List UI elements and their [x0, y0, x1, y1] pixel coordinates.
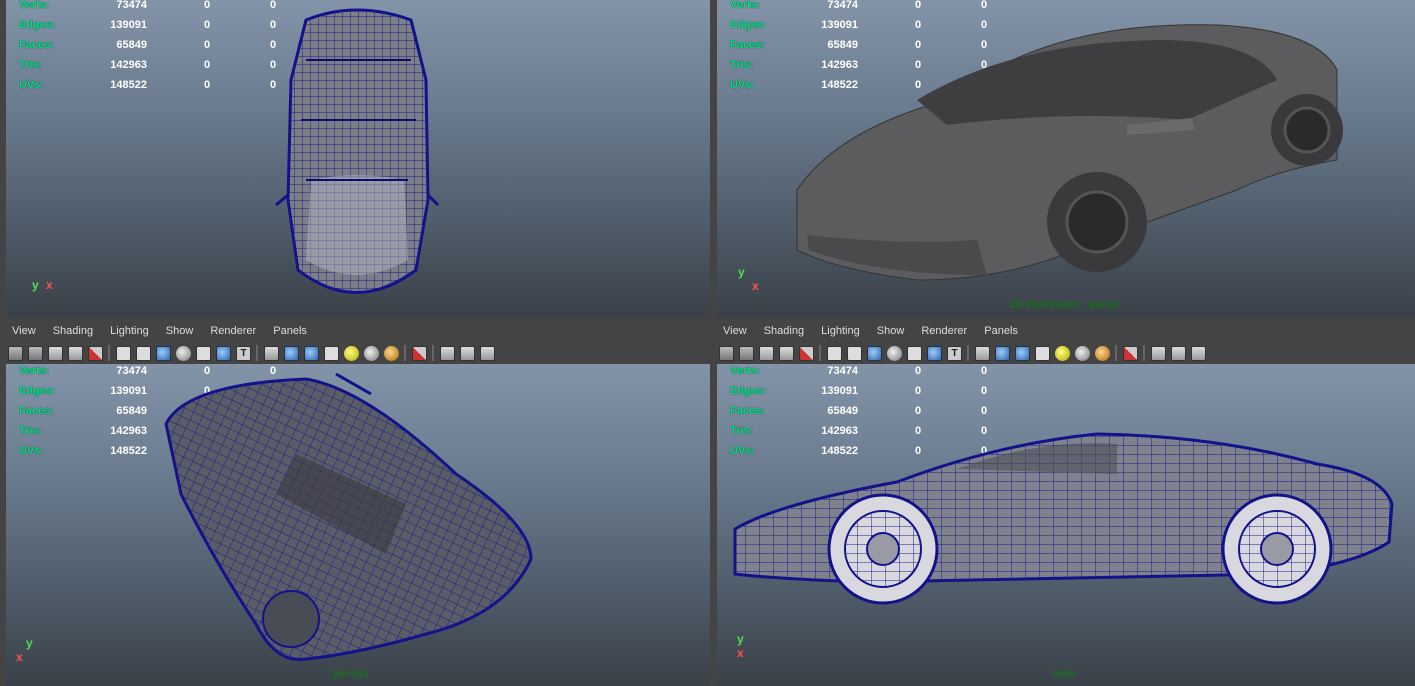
menu-show[interactable]: Show: [166, 325, 194, 337]
panel-menu: View Shading Lighting Show Renderer Pane…: [723, 320, 1032, 342]
wireframe-icon[interactable]: [827, 345, 842, 361]
smooth-shade-icon[interactable]: [867, 345, 882, 361]
car-wireframe-side[interactable]: [717, 364, 1415, 686]
bookmark-icon[interactable]: [48, 345, 63, 361]
light-icon[interactable]: [1055, 345, 1070, 361]
share-icon[interactable]: [480, 345, 495, 361]
sphere-icon[interactable]: [364, 345, 379, 361]
car-wireframe-top[interactable]: [6, 0, 710, 318]
menu-view[interactable]: View: [12, 325, 36, 337]
frame-icon[interactable]: [1171, 345, 1186, 361]
ambient-icon[interactable]: [384, 345, 399, 361]
wire-cube-icon[interactable]: [304, 345, 319, 361]
isolate-icon[interactable]: [799, 345, 814, 361]
menu-show[interactable]: Show: [877, 325, 905, 337]
axis-gizmo: y x: [723, 632, 757, 662]
camera-attr-icon[interactable]: [739, 345, 754, 361]
smooth-shade-icon[interactable]: [156, 345, 171, 361]
viewport-persp1[interactable]: Verts:7347400 Edges:13909100 Faces:65849…: [6, 364, 710, 686]
sphere-icon[interactable]: [1075, 345, 1090, 361]
flat-shade-icon[interactable]: [176, 345, 191, 361]
axis-x-label: x: [16, 650, 23, 664]
viewport-persp[interactable]: Verts: 73474 0 0 Edges: 139091 0 0 Faces: 65849…: [717, 0, 1415, 318]
wireframe-icon[interactable]: [116, 345, 131, 361]
isolate-icon[interactable]: [88, 345, 103, 361]
toolbar-separator: [1143, 345, 1145, 361]
menu-panels[interactable]: Panels: [273, 325, 307, 337]
grid-icon[interactable]: [136, 345, 151, 361]
axis-gizmo: y x: [24, 278, 58, 308]
shaded-cube-icon[interactable]: [284, 345, 299, 361]
toolbar-separator: [819, 345, 821, 361]
viewport-side[interactable]: Verts: 73474 0 0 Edges: 139091 0 0 Faces: 65849…: [717, 364, 1415, 686]
checker-icon[interactable]: [1035, 345, 1050, 361]
camera-attr-icon[interactable]: [28, 345, 43, 361]
toolbar-separator: [967, 345, 969, 361]
shaded-cube-icon[interactable]: [995, 345, 1010, 361]
resolution-icon[interactable]: [1151, 345, 1166, 361]
axis-y-label: y: [738, 265, 745, 279]
wire-cube-icon[interactable]: [1015, 345, 1030, 361]
textured-icon[interactable]: [216, 345, 231, 361]
toolbar-separator: [256, 345, 258, 361]
flat-shade-icon[interactable]: [887, 345, 902, 361]
ambient-icon[interactable]: [1095, 345, 1110, 361]
share-icon[interactable]: [1191, 345, 1206, 361]
cube-icon[interactable]: [975, 345, 990, 361]
bookmark-icon[interactable]: [759, 345, 774, 361]
cube-icon[interactable]: [264, 345, 279, 361]
checker-icon[interactable]: [324, 345, 339, 361]
toolbar-separator: [1115, 345, 1117, 361]
menu-view[interactable]: View: [723, 325, 747, 337]
axis-y-label: y: [32, 278, 39, 292]
xray-icon[interactable]: [196, 345, 211, 361]
toolbar-separator: [108, 345, 110, 361]
grid-icon[interactable]: [847, 345, 862, 361]
textured-icon[interactable]: [927, 345, 942, 361]
menu-shading[interactable]: Shading: [53, 325, 93, 337]
image-plane-icon[interactable]: [779, 345, 794, 361]
menu-panels[interactable]: Panels: [984, 325, 1018, 337]
menu-renderer[interactable]: Renderer: [210, 325, 256, 337]
panel-bar-right: View Shading Lighting Show Renderer Pane…: [717, 320, 1415, 364]
car-shaded-persp[interactable]: [717, 0, 1415, 318]
menu-shading[interactable]: Shading: [764, 325, 804, 337]
axis-x-label: x: [752, 279, 759, 293]
menu-renderer[interactable]: Renderer: [921, 325, 967, 337]
viewport-name: side: [1053, 668, 1076, 680]
viewport-name: 2D Pan/Zoom : persp: [1009, 299, 1120, 311]
menu-lighting[interactable]: Lighting: [110, 325, 149, 337]
panel-toolbar: T: [719, 344, 1211, 362]
viewport-name: persp1: [333, 668, 370, 680]
frame-icon[interactable]: [460, 345, 475, 361]
viewport-splitter[interactable]: [710, 0, 717, 686]
t-icon[interactable]: T: [947, 345, 962, 361]
axis-gizmo: y x: [730, 265, 764, 295]
camera-icon[interactable]: [719, 345, 734, 361]
select-icon[interactable]: [1123, 345, 1138, 361]
select-icon[interactable]: [412, 345, 427, 361]
light-icon[interactable]: [344, 345, 359, 361]
menu-lighting[interactable]: Lighting: [821, 325, 860, 337]
t-icon[interactable]: T: [236, 345, 251, 361]
xray-icon[interactable]: [907, 345, 922, 361]
panel-menu: View Shading Lighting Show Renderer Pane…: [12, 320, 321, 342]
toolbar-separator: [432, 345, 434, 361]
image-plane-icon[interactable]: [68, 345, 83, 361]
axis-gizmo: y x: [12, 636, 46, 666]
panel-bar-left: View Shading Lighting Show Renderer Pane…: [6, 320, 710, 364]
viewport-top[interactable]: Verts: 73474 0 0 Edges: 139091 0 0 Faces: 65849…: [6, 0, 710, 318]
axis-y-label: y: [737, 632, 744, 646]
car-wireframe-persp1[interactable]: [6, 364, 710, 686]
axis-x-label: x: [46, 278, 53, 292]
camera-icon[interactable]: [8, 345, 23, 361]
panel-toolbar: T: [8, 344, 500, 362]
axis-x-label: x: [737, 646, 744, 660]
axis-y-label: y: [26, 636, 33, 650]
resolution-icon[interactable]: [440, 345, 455, 361]
toolbar-separator: [404, 345, 406, 361]
